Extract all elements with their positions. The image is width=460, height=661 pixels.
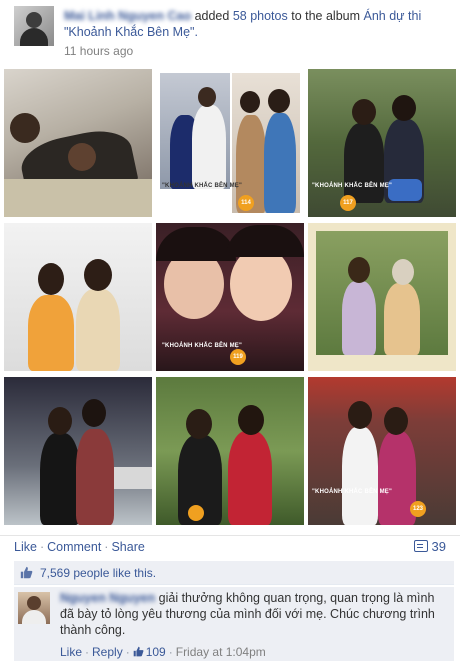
photo-figure (238, 405, 264, 435)
frame-caption: "KHOẢNH KHẮC BÊN MẸ" (162, 183, 243, 189)
photo-figure (76, 429, 114, 525)
separator: · (125, 645, 130, 659)
post-actions: Like · Comment · Share 39 (0, 535, 460, 559)
post-story: Mai Linh Nguyen Cao added 58 photos to t… (64, 8, 454, 40)
entry-number-badge (188, 505, 204, 521)
entry-number-badge: 123 (410, 501, 426, 517)
frame-caption: "KHOẢNH KHẮC BÊN MẸ" (312, 183, 393, 189)
entry-number-badge: 114 (238, 195, 254, 211)
photo-figure (392, 95, 416, 121)
photo-railing (114, 467, 152, 489)
author-avatar[interactable] (14, 6, 54, 46)
album-photo[interactable]: "KHOẢNH KHẮC BÊN MẸ" 123 (308, 377, 456, 525)
comment-item: Nguyen Nguyen giải thưởng không quan trọ… (14, 587, 454, 661)
photo-figure (342, 281, 376, 355)
album-photo[interactable] (4, 377, 152, 525)
photo-blanket (4, 179, 152, 217)
separator: · (168, 645, 173, 659)
commenter-name[interactable]: Nguyen Nguyen (60, 590, 155, 606)
album-photo[interactable] (4, 223, 152, 371)
author-name[interactable]: Mai Linh Nguyen Cao (64, 8, 191, 24)
photo-figure (76, 289, 120, 371)
comment-meta: Like · Reply · 109 · Friday at 1:04pm (60, 645, 266, 659)
comment-time[interactable]: Friday at 1:04pm (176, 645, 266, 659)
post-header: Mai Linh Nguyen Cao added 58 photos to t… (14, 6, 454, 60)
album-photo[interactable] (4, 69, 152, 217)
photo-grid: "KHOẢNH KHẮC BÊN MẸ" 114 "KHOẢNH KHẮC BÊ… (4, 69, 456, 527)
thumbs-up-icon (20, 566, 33, 579)
comment-like-button[interactable]: Like (60, 645, 82, 659)
separator: · (104, 540, 109, 554)
post-timestamp[interactable]: 11 hours ago (64, 44, 133, 58)
photo-figure (68, 143, 96, 171)
photo-figure (192, 105, 226, 189)
photo-figure (228, 431, 272, 525)
photo-figure (268, 89, 290, 113)
thumbs-up-icon (133, 646, 144, 657)
comment-button[interactable]: Comment (47, 540, 101, 554)
photo-figure (198, 87, 216, 107)
photo-figure (264, 113, 296, 213)
share-button[interactable]: Share (111, 540, 144, 554)
action-links: Like · Comment · Share (14, 540, 145, 554)
album-photo[interactable] (308, 223, 456, 371)
photo-figure (82, 399, 106, 427)
photo-figure (230, 247, 292, 321)
commenter-avatar[interactable] (18, 592, 50, 624)
photo-figure (348, 257, 370, 283)
album-photo[interactable]: "KHOẢNH KHẮC BÊN MẸ" 114 (156, 69, 304, 217)
action-text: added (194, 9, 230, 23)
photo-figure (40, 433, 80, 525)
photo-object (388, 179, 422, 201)
photo-figure (342, 427, 378, 525)
frame-caption: "KHOẢNH KHẮC BÊN MẸ" (162, 343, 243, 349)
separator: · (85, 645, 90, 659)
photo-figure (392, 259, 414, 285)
comment-reply-button[interactable]: Reply (92, 645, 123, 659)
photo-hair (226, 225, 304, 257)
photo-figure (28, 295, 74, 371)
separator: · (39, 540, 45, 554)
photo-figure (384, 407, 408, 435)
photo-figure (84, 259, 112, 291)
photo-figure (240, 91, 260, 113)
photo-figure (38, 263, 64, 295)
photo-hair (156, 227, 236, 261)
comment-like-count: 109 (145, 645, 166, 659)
photo-inset (316, 231, 448, 355)
photo-figure (344, 123, 384, 203)
photo-figure (352, 99, 376, 125)
entry-number-badge: 119 (230, 349, 246, 365)
photo-count-link[interactable]: 58 photos (233, 9, 288, 23)
comments-count-link[interactable]: 39 (413, 539, 446, 554)
photo-figure (10, 113, 40, 143)
to-album-text: to the album (291, 9, 361, 23)
comment-bubble-icon (413, 540, 428, 552)
comment-likes-link[interactable]: 109 (133, 645, 166, 659)
album-photo[interactable]: "KHOẢNH KHẮC BÊN MẸ" 117 (308, 69, 456, 217)
photo-figure (48, 407, 72, 435)
frame-caption: "KHOẢNH KHẮC BÊN MẸ" (312, 489, 393, 495)
likes-summary: 7,569 people like this. (14, 561, 454, 585)
album-photo[interactable] (156, 377, 304, 525)
likes-count-link[interactable]: 7,569 people like this. (40, 566, 156, 580)
photo-figure (348, 401, 372, 429)
entry-number-badge: 117 (340, 195, 356, 211)
like-button[interactable]: Like (14, 540, 37, 554)
photo-figure (186, 409, 212, 439)
photo-figure (384, 283, 420, 355)
comment-body: Nguyen Nguyen giải thưởng không quan trọ… (60, 590, 446, 638)
album-photo[interactable]: "KHOẢNH KHẮC BÊN MẸ" 119 (156, 223, 304, 371)
comments-count: 39 (431, 539, 446, 554)
